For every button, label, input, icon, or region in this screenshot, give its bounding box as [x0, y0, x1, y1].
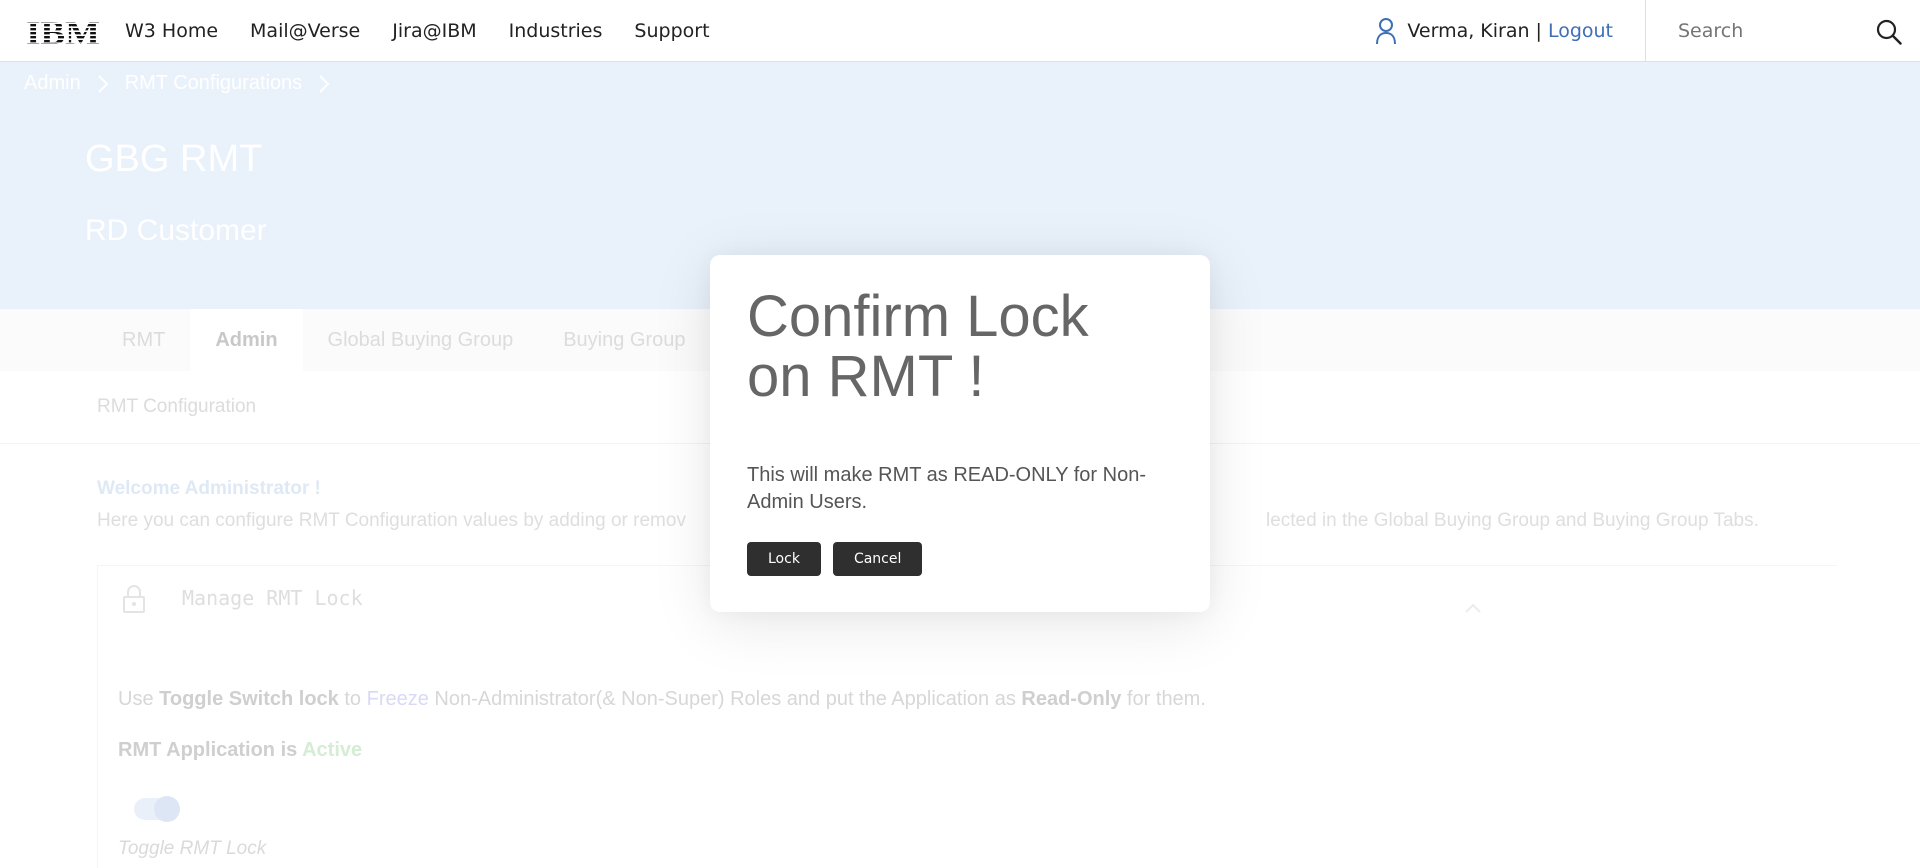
toggle-label: Toggle RMT Lock	[118, 838, 267, 859]
lock-button[interactable]: Lock	[747, 542, 821, 576]
lock-icon	[123, 585, 145, 613]
intro-text-left: Here you can configure RMT Configuration…	[97, 510, 686, 531]
tab-admin[interactable]: Admin	[190, 309, 303, 371]
intro-text-right: lected in the Global Buying Group and Bu…	[1265, 510, 1759, 531]
logout-link[interactable]: Logout	[1548, 20, 1613, 42]
breadcrumb-rmt-configurations[interactable]: RMT Configurations	[125, 72, 302, 95]
chevron-up-icon[interactable]	[1464, 602, 1482, 614]
search-box	[1645, 0, 1920, 62]
top-navigation: IBM W3 Home Mail@Verse Jira@IBM Industri…	[0, 0, 1920, 62]
logo-text: IBM	[26, 16, 100, 46]
dialog-title: Confirm Lock on RMT !	[747, 284, 1089, 409]
ibm-logo[interactable]: IBM	[26, 16, 100, 46]
status-prefix: RMT Application is	[118, 739, 298, 761]
panel-description: Use Toggle Switch lock to Freeze Non-Adm…	[118, 688, 1206, 711]
desc-to: to	[344, 688, 362, 710]
desc-use: Use	[118, 688, 154, 710]
dialog-message: This will make RMT as READ-ONLY for Non-…	[747, 464, 1146, 513]
cancel-button[interactable]: Cancel	[832, 542, 923, 576]
panel-title: Manage RMT Lock	[182, 586, 363, 610]
desc-toggle-switch-lock: Toggle Switch lock	[159, 688, 339, 710]
nav-links: W3 Home Mail@Verse Jira@IBM Industries S…	[125, 0, 742, 62]
desc-middle: Non-Administrator(& Non-Super) Roles and…	[434, 688, 1016, 710]
nav-link-jira[interactable]: Jira@IBM	[392, 20, 476, 42]
welcome-heading: Welcome Administrator !	[97, 478, 321, 499]
nav-link-w3-home[interactable]: W3 Home	[125, 20, 218, 42]
subtab-rmt-configuration[interactable]: RMT Configuration	[97, 396, 256, 418]
dialog-actions: Lock Cancel	[747, 542, 934, 576]
chevron-right-icon	[97, 74, 109, 93]
desc-freeze: Freeze	[366, 688, 429, 710]
tab-buying-group[interactable]: Buying Group	[538, 309, 710, 371]
user-icon	[1376, 18, 1397, 45]
user-separator: |	[1535, 20, 1542, 42]
nav-link-industries[interactable]: Industries	[509, 20, 603, 42]
search-input[interactable]	[1678, 20, 1878, 42]
toggle-knob	[154, 796, 180, 822]
nav-link-support[interactable]: Support	[634, 20, 709, 42]
application-status: RMT Application is Active	[118, 739, 362, 762]
breadcrumb-admin[interactable]: Admin	[24, 72, 81, 95]
user-name: Verma, Kiran	[1407, 20, 1530, 42]
tab-rmt[interactable]: RMT	[97, 309, 190, 371]
search-icon[interactable]	[1876, 19, 1902, 45]
tab-global-buying-group[interactable]: Global Buying Group	[303, 309, 539, 371]
chevron-right-icon	[319, 74, 330, 93]
status-badge: Active	[302, 739, 363, 761]
user-info: Verma, Kiran | Logout	[1375, 0, 1613, 62]
confirm-lock-dialog: Confirm Lock on RMT ! This will make RMT…	[710, 255, 1210, 612]
desc-read-only: Read-Only	[1021, 688, 1122, 710]
desc-end: for them.	[1126, 688, 1206, 710]
page-title: GBG RMT	[85, 138, 263, 180]
breadcrumb: Admin RMT Configurations	[24, 72, 346, 95]
nav-link-mail-verse[interactable]: Mail@Verse	[250, 20, 360, 42]
rmt-lock-toggle[interactable]	[134, 796, 180, 822]
page-subtitle: RD Customer	[85, 214, 267, 247]
